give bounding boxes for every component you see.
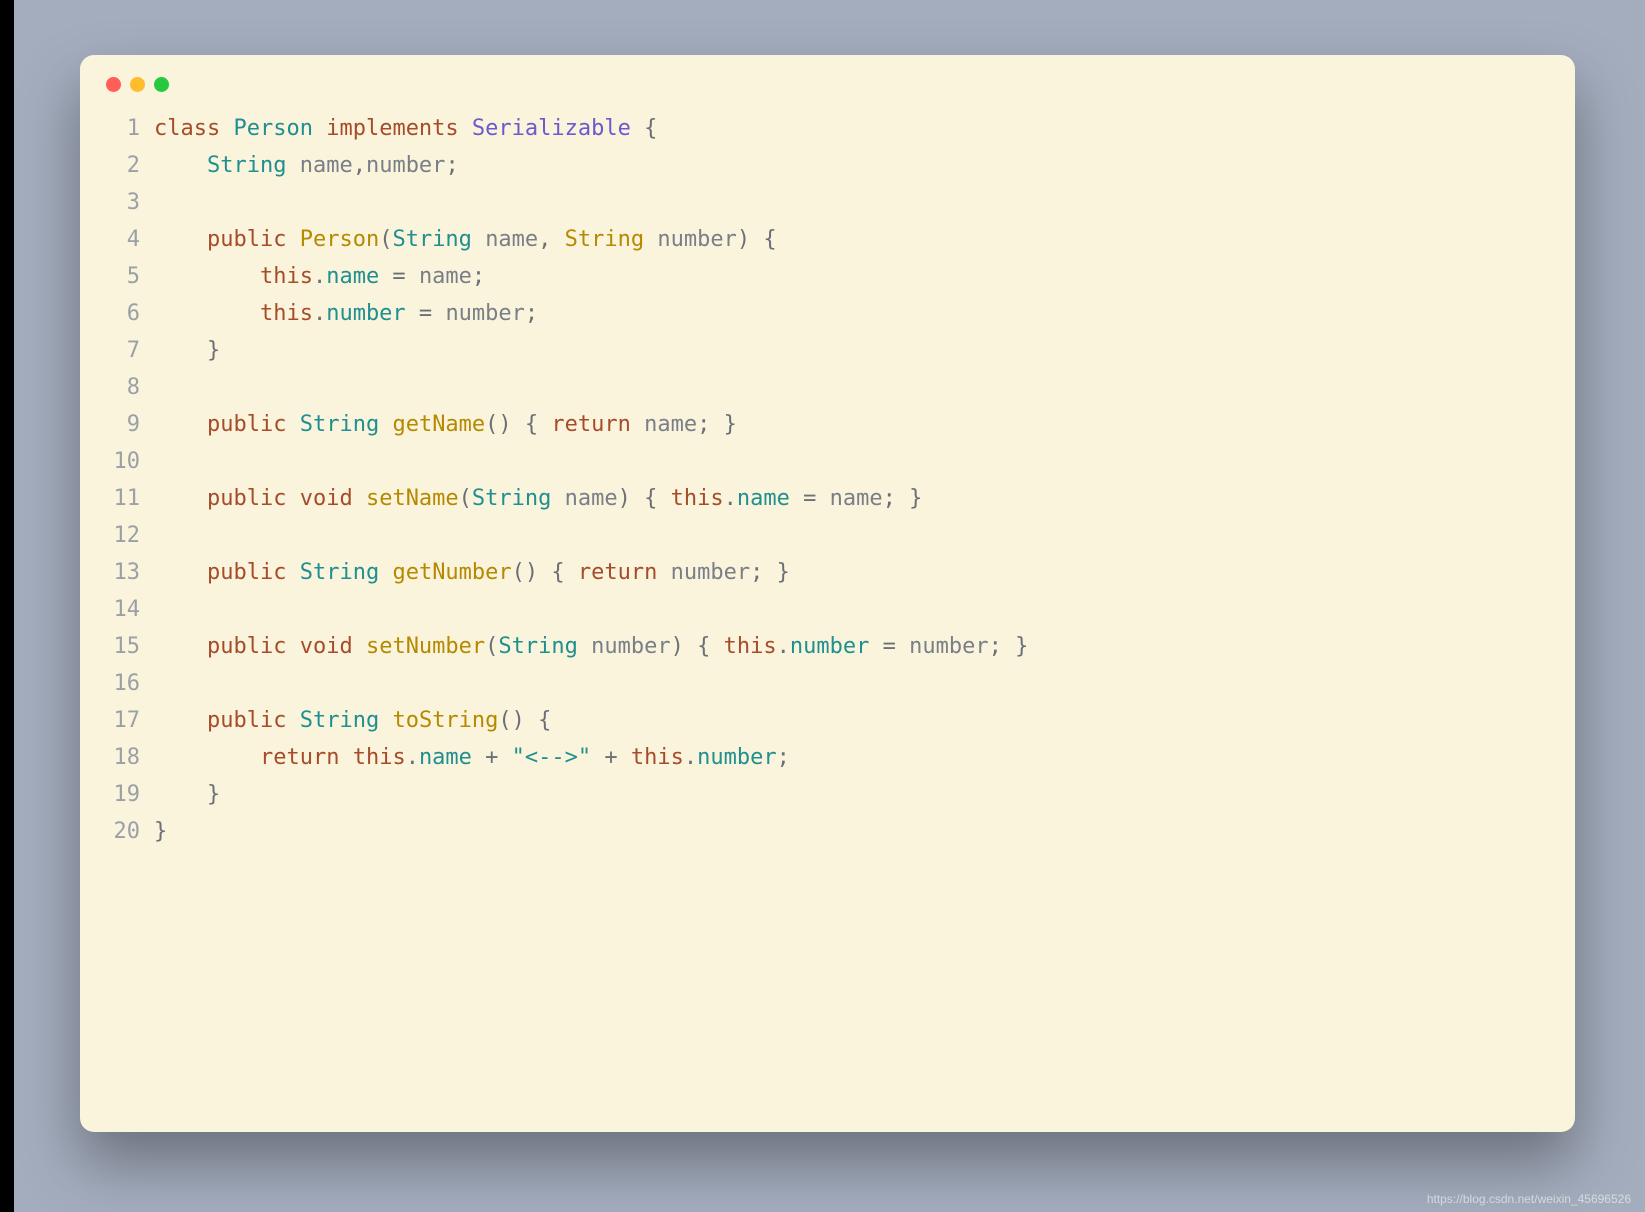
code-line: 15 public void setNumber(String number) …	[106, 628, 1549, 665]
code-line: 12	[106, 517, 1549, 554]
line-number: 13	[106, 554, 140, 591]
code-line: 20}	[106, 813, 1549, 850]
minimize-icon[interactable]	[130, 77, 145, 92]
line-content: String name,number;	[154, 147, 459, 184]
code-line: 10	[106, 443, 1549, 480]
left-strip	[0, 0, 14, 1212]
line-content: public Person(String name, String number…	[154, 221, 777, 258]
line-content: class Person implements Serializable {	[154, 110, 657, 147]
line-content: }	[154, 332, 220, 369]
code-line: 11 public void setName(String name) { th…	[106, 480, 1549, 517]
line-number: 3	[106, 184, 140, 221]
line-content: public String toString() {	[154, 702, 551, 739]
code-line: 9 public String getName() { return name;…	[106, 406, 1549, 443]
code-line: 18 return this.name + "<-->" + this.numb…	[106, 739, 1549, 776]
line-content: public void setName(String name) { this.…	[154, 480, 922, 517]
line-content: public String getName() { return name; }	[154, 406, 737, 443]
line-number: 12	[106, 517, 140, 554]
line-content: this.name = name;	[154, 258, 485, 295]
line-content: this.number = number;	[154, 295, 538, 332]
close-icon[interactable]	[106, 77, 121, 92]
line-content: return this.name + "<-->" + this.number;	[154, 739, 790, 776]
line-number: 9	[106, 406, 140, 443]
line-number: 10	[106, 443, 140, 480]
code-window: 1class Person implements Serializable {2…	[80, 55, 1575, 1132]
line-number: 8	[106, 369, 140, 406]
code-line: 4 public Person(String name, String numb…	[106, 221, 1549, 258]
line-number: 17	[106, 702, 140, 739]
zoom-icon[interactable]	[154, 77, 169, 92]
code-line: 7 }	[106, 332, 1549, 369]
line-number: 6	[106, 295, 140, 332]
code-line: 2 String name,number;	[106, 147, 1549, 184]
line-number: 19	[106, 776, 140, 813]
line-content: }	[154, 813, 167, 850]
traffic-lights	[106, 77, 1549, 92]
line-number: 7	[106, 332, 140, 369]
line-content: public String getNumber() { return numbe…	[154, 554, 790, 591]
code-line: 17 public String toString() {	[106, 702, 1549, 739]
line-content: public void setNumber(String number) { t…	[154, 628, 1028, 665]
line-number: 4	[106, 221, 140, 258]
watermark: https://blog.csdn.net/weixin_45696526	[1427, 1192, 1631, 1206]
stage: 1class Person implements Serializable {2…	[0, 0, 1645, 1212]
code-line: 8	[106, 369, 1549, 406]
code-line: 6 this.number = number;	[106, 295, 1549, 332]
line-number: 2	[106, 147, 140, 184]
line-number: 16	[106, 665, 140, 702]
line-number: 18	[106, 739, 140, 776]
code-line: 16	[106, 665, 1549, 702]
code-line: 14	[106, 591, 1549, 628]
line-number: 14	[106, 591, 140, 628]
code-line: 1 class Person implements Serializable {	[106, 110, 1549, 147]
code-line: 13 public String getNumber() { return nu…	[106, 554, 1549, 591]
line-number: 20	[106, 813, 140, 850]
code-line: 3	[106, 184, 1549, 221]
line-number: 1	[106, 110, 140, 147]
code-block: 1class Person implements Serializable {2…	[106, 110, 1549, 850]
line-number: 11	[106, 480, 140, 517]
line-number: 5	[106, 258, 140, 295]
line-content: }	[154, 776, 220, 813]
line-number: 15	[106, 628, 140, 665]
code-line: 19 }	[106, 776, 1549, 813]
code-line: 5 this.name = name;	[106, 258, 1549, 295]
